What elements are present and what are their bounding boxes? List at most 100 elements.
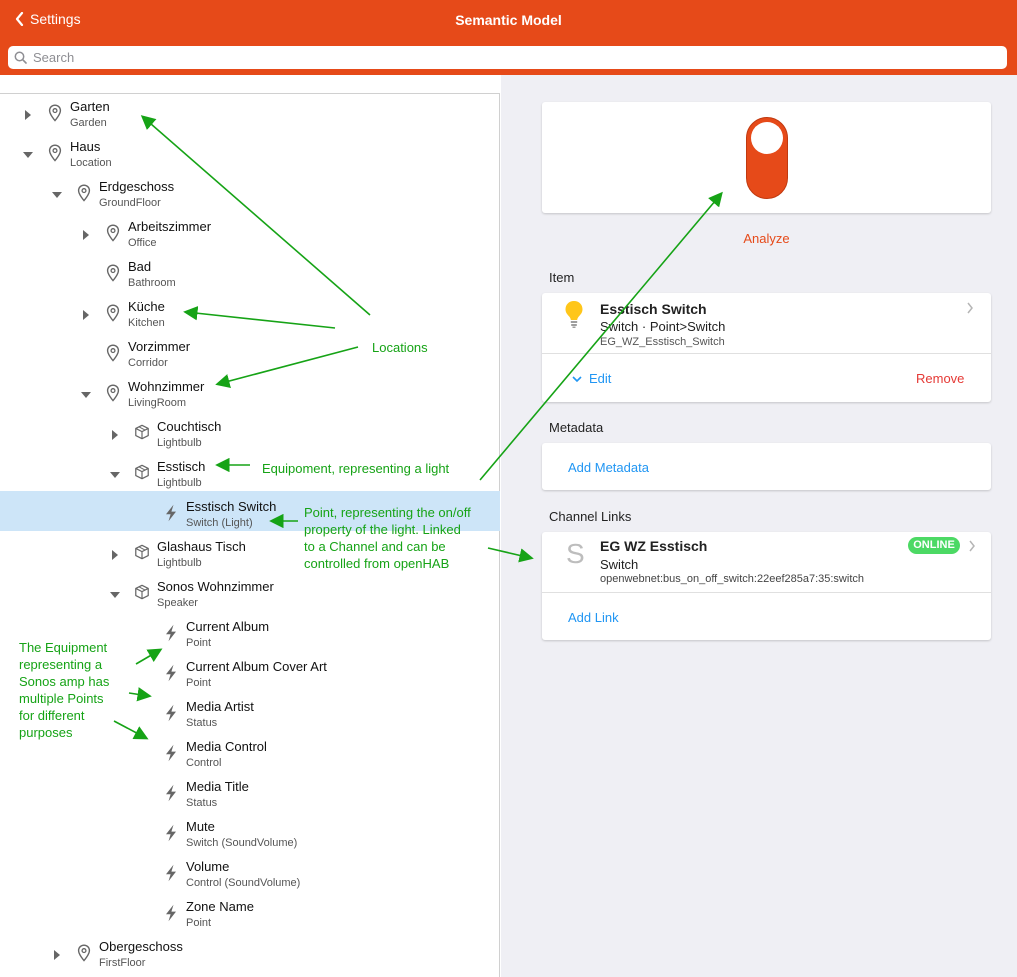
location-pin-icon — [76, 944, 92, 962]
bolt-icon — [163, 704, 179, 722]
point-annotation-line: Point, representing the on/off — [304, 505, 471, 520]
equipment-annotation: Equipoment, representing a light — [262, 461, 450, 476]
metadata-section-title: Metadata — [549, 420, 604, 435]
tree-node-label: Mute — [186, 819, 215, 834]
tree-node-label: Küche — [128, 299, 165, 314]
item-name: Esstisch Switch — [600, 301, 707, 317]
tree-node-class: Control — [186, 757, 222, 769]
tree-node-label: Bad — [128, 259, 152, 274]
tree-node[interactable]: Media Title Status — [0, 773, 500, 813]
tree-node-label: Wohnzimmer — [128, 379, 205, 394]
item-type: Switch · Point>Switch — [600, 319, 726, 334]
bolt-icon — [163, 744, 179, 762]
caret-down-icon[interactable] — [81, 387, 91, 398]
caret-right-icon[interactable] — [110, 427, 120, 440]
search-box[interactable] — [8, 46, 1007, 69]
divider — [542, 353, 991, 354]
point-annotation-line: controlled from openHAB — [304, 556, 450, 571]
edit-label: Edit — [589, 371, 612, 386]
tree-node-label: Esstisch — [157, 459, 206, 474]
tree-node[interactable]: Volume Control (SoundVolume) — [0, 853, 500, 893]
search-input[interactable] — [33, 50, 933, 65]
channel-links-section-title: Channel Links — [549, 509, 632, 524]
add-link-button[interactable]: Add Link — [568, 610, 619, 625]
bolt-icon — [163, 664, 179, 682]
edit-button[interactable]: Edit — [572, 371, 611, 386]
location-pin-icon — [105, 384, 121, 402]
tree-node-class: Office — [128, 237, 157, 249]
tree-node-label: Current Album — [186, 619, 270, 634]
tree-node-label: Zone Name — [186, 899, 254, 914]
tree-node[interactable]: Arbeitszimmer Office — [0, 213, 500, 253]
caret-down-icon[interactable] — [52, 187, 62, 198]
tree-node[interactable]: Mute Switch (SoundVolume) — [0, 813, 500, 853]
tree-node-label: Couchtisch — [157, 419, 222, 434]
tree-node-label: Esstisch Switch — [186, 499, 277, 514]
tree-node-label: Media Title — [186, 779, 249, 794]
tree-node[interactable]: Obergeschoss FirstFloor — [0, 933, 500, 973]
searchbar — [0, 41, 1017, 75]
tree-node-class: Lightbulb — [157, 437, 202, 449]
divider — [542, 592, 991, 593]
bolt-icon — [163, 864, 179, 882]
tree-node-label: Glashaus Tisch — [157, 539, 246, 554]
tree-node-label: Haus — [70, 139, 101, 154]
tree-node[interactable]: Garten Garden — [0, 93, 500, 133]
tree-node-label: Vorzimmer — [128, 339, 191, 354]
sonos-annotation-line: multiple Points — [19, 691, 104, 706]
add-metadata-button[interactable]: Add Metadata — [568, 460, 649, 475]
point-annotation: Point, representing the on/off property … — [304, 504, 471, 572]
location-pin-icon — [47, 104, 63, 122]
item-card: Esstisch Switch Switch · Point>Switch EG… — [542, 293, 991, 402]
cube-icon — [134, 544, 150, 562]
sonos-annotation-line: The Equipment — [19, 640, 108, 655]
tree-node[interactable]: Bad Bathroom — [0, 253, 500, 293]
caret-right-icon[interactable] — [110, 547, 120, 560]
caret-down-icon[interactable] — [110, 587, 120, 598]
analyze-link[interactable]: Analyze — [542, 231, 991, 246]
cube-icon — [134, 584, 150, 602]
tree-node-class: Status — [186, 717, 218, 729]
tree-node[interactable]: Haus Location — [0, 133, 500, 173]
tree-node-label: Current Album Cover Art — [186, 659, 327, 674]
tree-node[interactable]: Sonos Wohnzimmer Speaker — [0, 573, 500, 613]
tree-node-class: Switch (Light) — [186, 517, 253, 529]
status-badge: ONLINE — [908, 537, 960, 554]
point-annotation-line: property of the light. Linked — [304, 522, 461, 537]
caret-right-icon[interactable] — [52, 947, 62, 960]
tree-node-class: Status — [186, 797, 218, 809]
tree-node-class: Point — [186, 677, 212, 689]
channel-link-row[interactable]: S EG WZ Esstisch Switch openwebnet:bus_o… — [542, 532, 991, 592]
metadata-card: Add Metadata — [542, 443, 991, 490]
channel-name: EG WZ Esstisch — [600, 538, 708, 554]
tree-node[interactable]: Couchtisch Lightbulb — [0, 413, 500, 453]
chevron-right-icon — [967, 302, 973, 314]
tree-node-label: Garten — [70, 99, 110, 114]
channel-type: Switch — [600, 557, 639, 572]
tree-node[interactable]: Küche Kitchen — [0, 293, 500, 333]
bolt-icon — [163, 904, 179, 922]
caret-down-icon[interactable] — [23, 147, 33, 158]
bolt-icon — [163, 624, 179, 642]
toggle-switch[interactable] — [746, 117, 788, 199]
location-pin-icon — [105, 344, 121, 362]
tree-node-label: Arbeitszimmer — [128, 219, 212, 234]
caret-right-icon[interactable] — [81, 227, 91, 240]
sonos-annotation-line: for different — [19, 708, 85, 723]
search-icon — [14, 51, 27, 64]
tree-node[interactable]: Erdgeschoss GroundFloor — [0, 173, 500, 213]
chevron-right-icon — [969, 540, 975, 552]
state-card — [542, 102, 991, 213]
caret-right-icon[interactable] — [23, 107, 33, 120]
tree-node-class: Lightbulb — [157, 477, 202, 489]
point-annotation-line: to a Channel and can be — [304, 539, 446, 554]
tree-node-label: Erdgeschoss — [99, 179, 175, 194]
tree-node[interactable]: Wohnzimmer LivingRoom — [0, 373, 500, 413]
tree-node[interactable]: Zone Name Point — [0, 893, 500, 933]
caret-down-icon[interactable] — [110, 467, 120, 478]
remove-button[interactable]: Remove — [916, 371, 964, 386]
caret-right-icon[interactable] — [81, 307, 91, 320]
item-row[interactable]: Esstisch Switch Switch · Point>Switch EG… — [542, 293, 991, 353]
page-title: Semantic Model — [455, 12, 562, 28]
tree-node-class: GroundFloor — [99, 197, 161, 209]
